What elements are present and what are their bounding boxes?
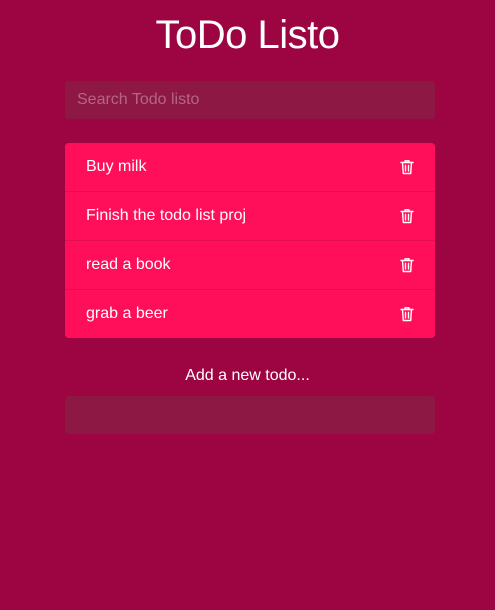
todo-item-finish-todo-list: Finish the todo list proj — [65, 191, 435, 240]
todo-text: Buy milk — [86, 158, 147, 175]
todo-item-read-a-book: read a book — [65, 240, 435, 289]
trash-icon — [400, 307, 414, 322]
delete-todo-button[interactable] — [399, 256, 415, 274]
add-todo-input[interactable] — [65, 396, 435, 434]
trash-icon — [400, 258, 414, 273]
add-todo-label: Add a new todo... — [185, 367, 310, 384]
todo-text: grab a beer — [86, 305, 168, 322]
todo-item-grab-a-beer: grab a beer — [65, 289, 435, 338]
page-title: ToDo Listo — [155, 13, 340, 57]
add-todo-field — [65, 396, 435, 434]
trash-icon — [400, 209, 414, 224]
todo-list: Buy milk Finish the todo list proj read … — [65, 143, 435, 338]
todo-item-buy-milk: Buy milk — [65, 143, 435, 191]
delete-todo-button[interactable] — [399, 207, 415, 225]
todo-text: Finish the todo list proj — [86, 207, 247, 224]
trash-icon — [400, 160, 414, 175]
delete-todo-button[interactable] — [399, 305, 415, 323]
search-field — [65, 81, 435, 119]
search-input[interactable] — [65, 81, 435, 119]
delete-todo-button[interactable] — [399, 158, 415, 176]
todo-text: read a book — [86, 256, 171, 273]
